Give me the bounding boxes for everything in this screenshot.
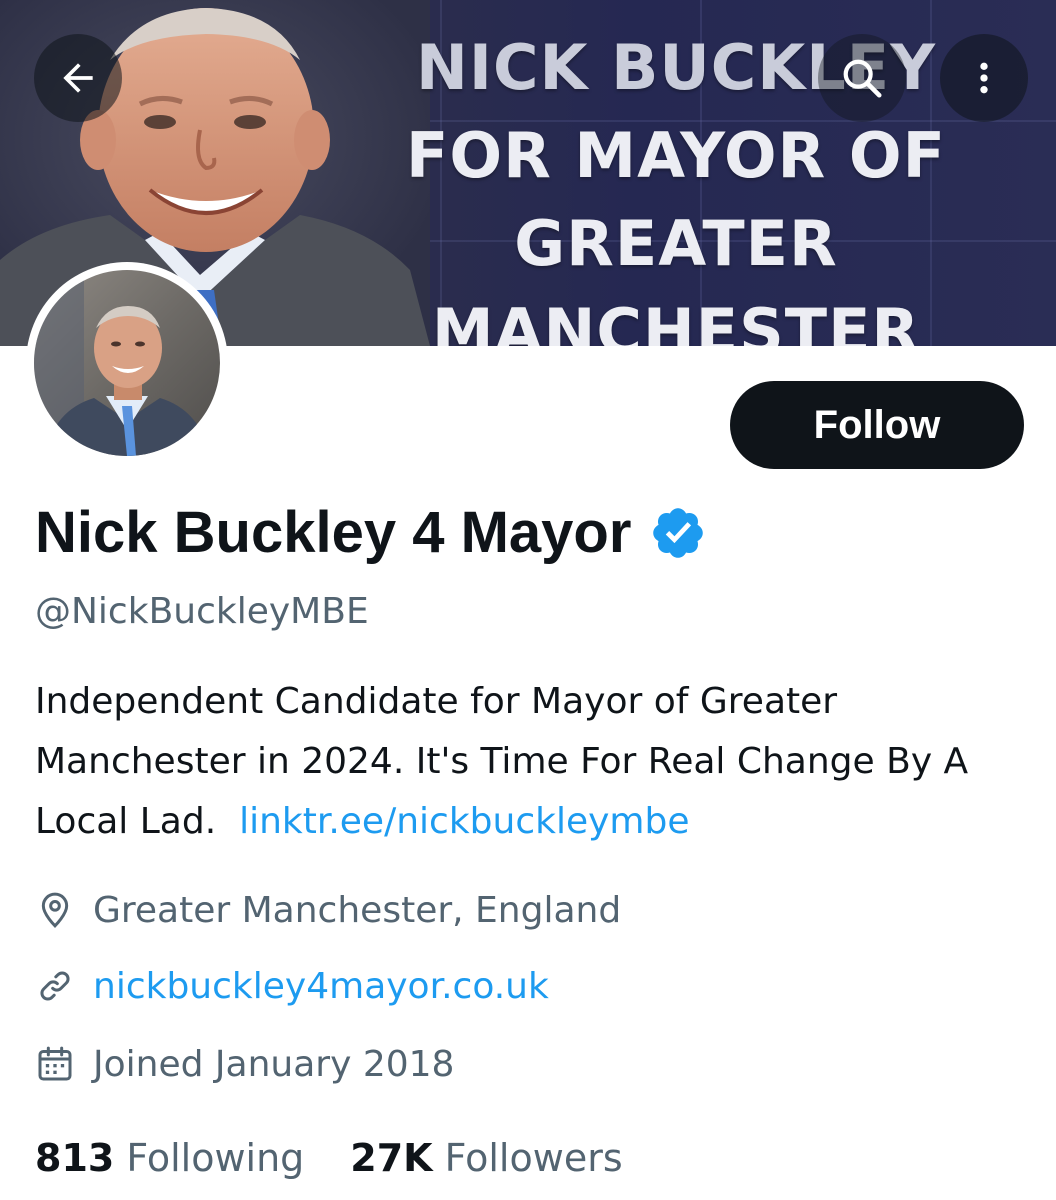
banner-title-line: MANCHESTER: [431, 295, 921, 346]
following-label: Following: [126, 1136, 305, 1180]
following-stat[interactable]: 813 Following: [35, 1136, 304, 1180]
profile-display-name: Nick Buckley 4 Mayor: [35, 497, 707, 569]
banner-title-line: GREATER: [514, 207, 838, 280]
back-button[interactable]: [34, 34, 122, 122]
profile-joined-date: Joined January 2018: [35, 1038, 454, 1090]
banner-title-line: FOR MAYOR OF: [406, 119, 946, 192]
calendar-icon: [38, 1046, 72, 1081]
profile-stats: 813 Following 27K Followers: [35, 1130, 669, 1186]
profile-bio: Independent Candidate for Mayor of Great…: [35, 672, 1025, 852]
verified-badge-icon[interactable]: [649, 504, 707, 562]
followers-label: Followers: [444, 1136, 623, 1180]
profile-handle: @NickBuckleyMBE: [35, 591, 369, 632]
profile-name-text: Nick Buckley 4 Mayor: [35, 500, 632, 565]
profile-location: Greater Manchester, England: [35, 884, 621, 936]
more-options-button[interactable]: [940, 34, 1028, 122]
profile-avatar[interactable]: [26, 262, 228, 464]
search-icon: [843, 59, 882, 98]
location-text: Greater Manchester, England: [93, 889, 622, 931]
website-link[interactable]: nickbuckley4mayor.co.uk: [93, 966, 549, 1007]
arrow-left-icon: [63, 63, 93, 93]
more-vertical-icon: [980, 62, 988, 94]
bio-link[interactable]: linktr.ee/nickbuckleymbe: [239, 801, 689, 842]
following-count: 813: [35, 1136, 115, 1180]
location-pin-icon: [41, 892, 69, 928]
followers-count: 27K: [350, 1136, 433, 1180]
profile-website: nickbuckley4mayor.co.uk: [35, 960, 549, 1012]
link-icon: [40, 971, 70, 1001]
follow-button[interactable]: Follow: [730, 381, 1024, 469]
joined-text: Joined January 2018: [93, 1043, 455, 1085]
search-button[interactable]: [818, 34, 906, 122]
followers-stat[interactable]: 27K Followers: [350, 1136, 622, 1180]
avatar-photo: [34, 270, 220, 456]
